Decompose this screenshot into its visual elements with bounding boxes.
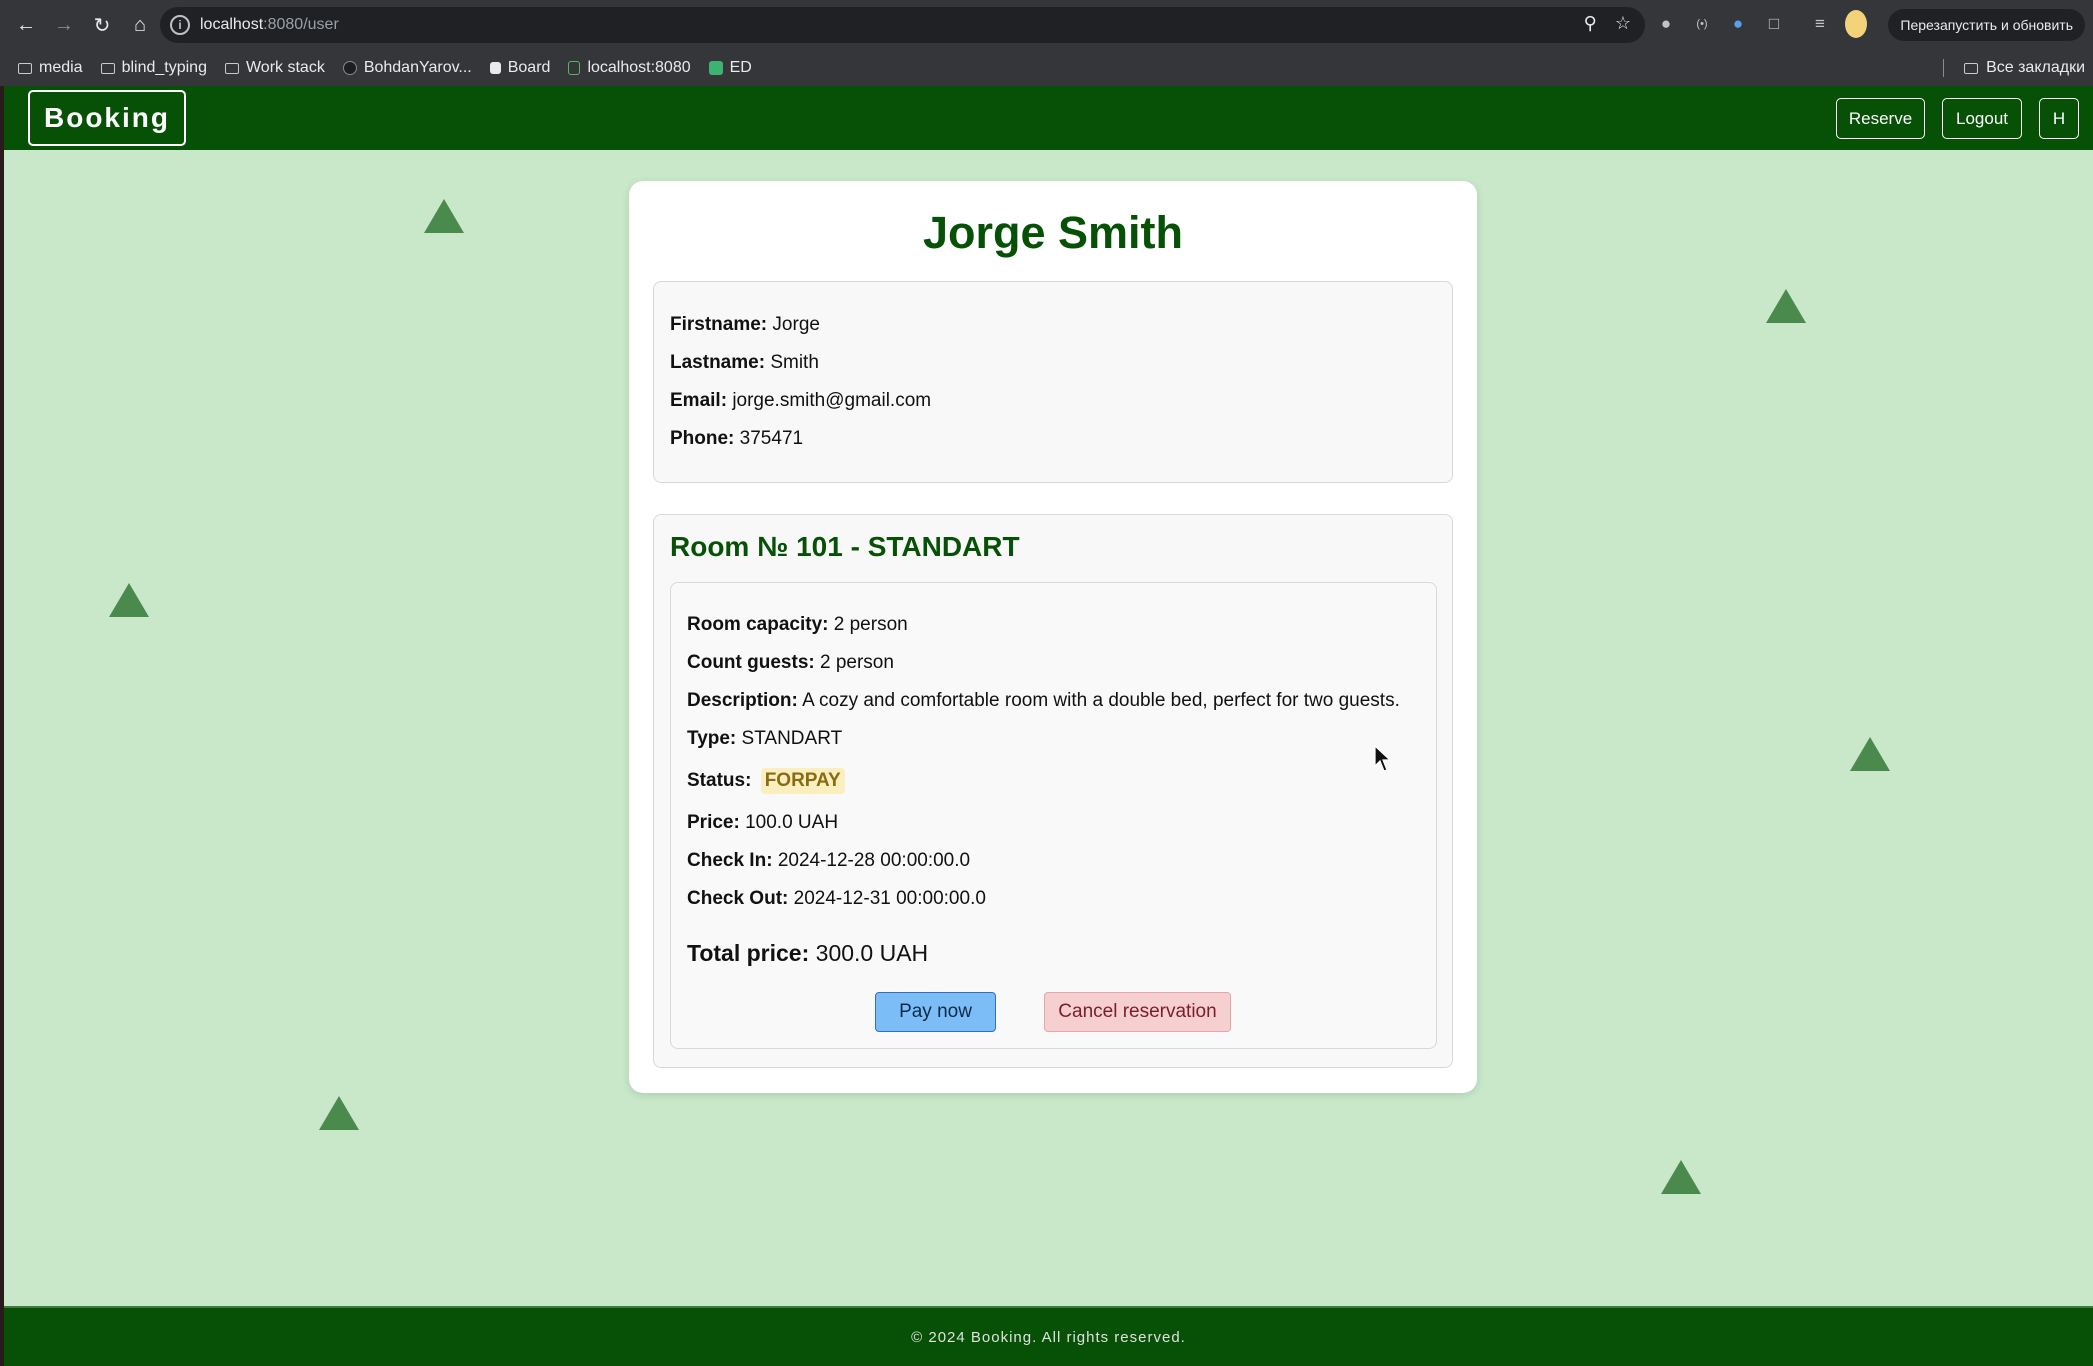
app-footer: © 2024 Booking. All rights reserved. bbox=[4, 1306, 2093, 1366]
lastname-row: Lastname: Smith bbox=[670, 352, 819, 373]
status-badge: FORPAY bbox=[760, 768, 845, 794]
reload-icon[interactable]: ↻ bbox=[84, 7, 120, 43]
guests-row: Count guests: 2 person bbox=[687, 652, 894, 673]
reserve-button[interactable]: Reserve bbox=[1836, 98, 1925, 139]
triangle-decoration bbox=[1766, 289, 1806, 323]
description-row: Description: A cozy and comfortable room… bbox=[687, 690, 1400, 711]
email-value: jorge.smith@gmail.com bbox=[732, 390, 932, 411]
price-row: Price: 100.0 UAH bbox=[687, 812, 839, 833]
triangle-decoration bbox=[424, 199, 464, 233]
email-row: Email: jorge.smith@gmail.com bbox=[670, 390, 932, 411]
folder-icon bbox=[1964, 62, 1979, 74]
url-path: :8080/user bbox=[263, 16, 339, 33]
reading-list-icon[interactable]: ≡ bbox=[1809, 10, 1831, 38]
status-row: Status: FORPAY bbox=[687, 768, 845, 794]
bookmarks-bar: media blind_typing Work stack BohdanYaro… bbox=[0, 50, 2093, 86]
folder-icon bbox=[100, 62, 115, 74]
zoom-icon[interactable]: ⚲ bbox=[1584, 13, 1597, 34]
puzzle-icon[interactable]: □ bbox=[1763, 10, 1785, 38]
firstname-row: Firstname: Jorge bbox=[670, 314, 820, 335]
triangle-decoration bbox=[1850, 737, 1890, 771]
forward-icon[interactable]: → bbox=[46, 7, 82, 43]
triangle-decoration bbox=[319, 1096, 359, 1130]
bookmark-star-icon[interactable]: ☆ bbox=[1615, 13, 1631, 34]
site-icon bbox=[568, 61, 581, 75]
extensions-area: ● (•) ● □ ≡ bbox=[1655, 10, 1867, 38]
reservation-details: Room capacity: 2 person Count guests: 2 … bbox=[670, 582, 1437, 1049]
profile-button[interactable]: H bbox=[2039, 98, 2079, 139]
ed-icon bbox=[708, 61, 723, 75]
github-icon bbox=[342, 61, 357, 75]
bookmark-board[interactable]: Board bbox=[489, 59, 550, 77]
triangle-decoration bbox=[109, 583, 149, 617]
extension-icon[interactable]: ● bbox=[1655, 10, 1677, 38]
address-bar[interactable]: i localhost:8080/user ⚲ ☆ bbox=[160, 7, 1645, 43]
total-price: Total price: 300.0 UAH bbox=[687, 940, 929, 966]
cancel-reservation-button[interactable]: Cancel reservation bbox=[1044, 992, 1231, 1032]
pay-now-button[interactable]: Pay now bbox=[875, 992, 996, 1032]
firstname-value: Jorge bbox=[772, 314, 820, 335]
folder-icon bbox=[18, 62, 32, 74]
triangle-decoration bbox=[1661, 1160, 1701, 1194]
bookmark-blind-typing[interactable]: blind_typing bbox=[100, 59, 207, 77]
brand-logo[interactable]: Booking bbox=[28, 90, 186, 146]
folder-icon bbox=[224, 62, 239, 74]
room-title: Room № 101 - STANDART bbox=[670, 531, 1020, 562]
bookmark-media[interactable]: media bbox=[18, 59, 83, 77]
type-row: Type: STANDART bbox=[687, 728, 843, 749]
user-info-panel: Firstname: Jorge Lastname: Smith Email: … bbox=[653, 281, 1453, 483]
bookmark-localhost[interactable]: localhost:8080 bbox=[568, 59, 691, 77]
trello-icon bbox=[489, 62, 501, 74]
relaunch-button[interactable]: Перезапустить и обновить bbox=[1888, 9, 2085, 41]
page-title: Jorge Smith bbox=[922, 207, 1184, 258]
bookmark-work-stack[interactable]: Work stack bbox=[224, 59, 325, 77]
user-profile-card: Jorge Smith Firstname: Jorge Lastname: S… bbox=[629, 181, 1477, 1093]
bookmark-github[interactable]: BohdanYarov... bbox=[342, 59, 472, 77]
phone-row: Phone: 375471 bbox=[670, 428, 804, 449]
reservation-panel: Room № 101 - STANDART Room capacity: 2 p… bbox=[653, 514, 1453, 1068]
home-icon[interactable]: ⌂ bbox=[122, 7, 158, 43]
phone-value: 375471 bbox=[739, 428, 804, 449]
app-header: Booking Reserve Logout H bbox=[4, 86, 2093, 150]
browser-toolbar: ← → ↻ ⌂ i localhost:8080/user ⚲ ☆ ● (•) … bbox=[0, 0, 2093, 50]
extension-icon[interactable]: (•) bbox=[1691, 10, 1713, 38]
bookmark-ed[interactable]: ED bbox=[708, 59, 752, 77]
lastname-value: Smith bbox=[770, 352, 819, 373]
capacity-row: Room capacity: 2 person bbox=[687, 614, 908, 635]
site-info-icon[interactable]: i bbox=[170, 15, 190, 35]
back-icon[interactable]: ← bbox=[8, 7, 44, 43]
url-host: localhost bbox=[200, 16, 264, 33]
mouse-cursor-icon bbox=[1374, 745, 1392, 772]
all-bookmarks[interactable]: Все закладки bbox=[1986, 59, 2085, 77]
checkout-row: Check Out: 2024-12-31 00:00:00.0 bbox=[687, 888, 986, 909]
profile-avatar-icon[interactable] bbox=[1845, 10, 1867, 38]
extension-icon[interactable]: ● bbox=[1727, 10, 1749, 38]
checkin-row: Check In: 2024-12-28 00:00:00.0 bbox=[687, 850, 971, 871]
logout-button[interactable]: Logout bbox=[1942, 98, 2022, 139]
